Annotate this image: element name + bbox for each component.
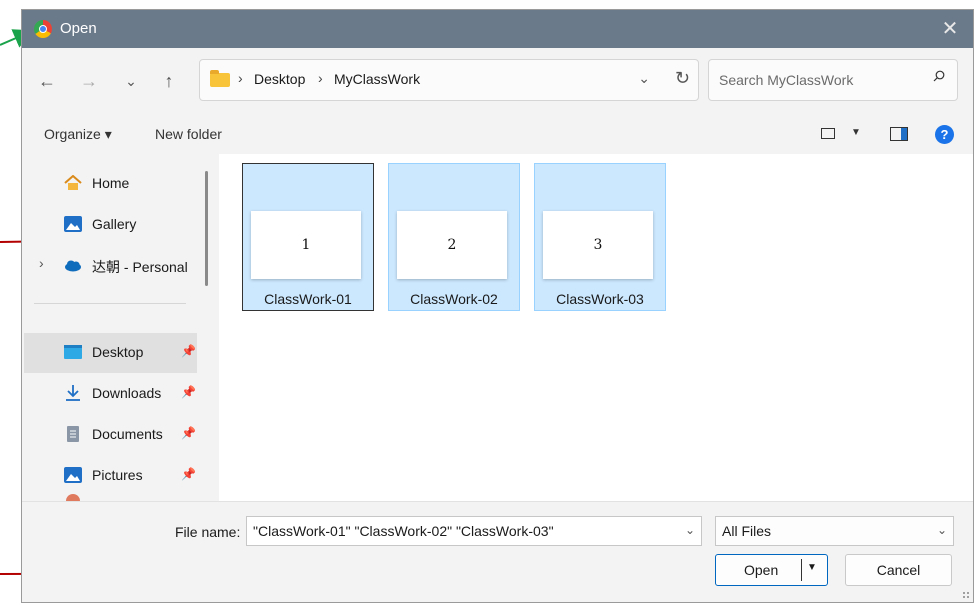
file-name-input[interactable]: "ClassWork-01" "ClassWork-02" "ClassWork… <box>246 516 702 546</box>
sidebar-item-label: Gallery <box>92 216 137 232</box>
chevron-down-icon[interactable]: ⌄ <box>685 523 695 537</box>
file-name-value: "ClassWork-01" "ClassWork-02" "ClassWork… <box>253 523 554 539</box>
sidebar-item-gallery[interactable]: Gallery <box>24 205 197 245</box>
file-thumbnail: 3 <box>543 211 653 279</box>
file-item-classwork-02[interactable]: 2 ClassWork-02 <box>388 163 520 311</box>
pin-icon: 📌 <box>181 426 196 440</box>
back-button[interactable]: ← <box>36 70 58 92</box>
organize-menu[interactable]: Organize ▾ <box>44 126 112 143</box>
search-placeholder: Search MyClassWork <box>719 72 854 88</box>
sidebar-item-desktop[interactable]: Desktop 📌 <box>24 333 197 373</box>
sidebar-item-label: Desktop <box>92 344 144 360</box>
chrome-icon <box>34 20 52 38</box>
sidebar-item-home[interactable]: Home <box>24 164 197 204</box>
pictures-icon <box>64 467 82 483</box>
music-icon <box>66 494 80 501</box>
file-name: ClassWork-02 <box>410 291 498 307</box>
file-type-select[interactable]: All Files ⌄ <box>715 516 954 546</box>
forward-button[interactable]: → <box>78 70 100 92</box>
split-divider <box>801 559 802 581</box>
new-folder-button[interactable]: New folder <box>155 126 222 142</box>
preview-pane-icon[interactable] <box>890 127 908 141</box>
sidebar-item-label: Home <box>92 175 130 191</box>
file-thumbnail: 2 <box>397 211 507 279</box>
sidebar-item-label: Documents <box>92 426 163 442</box>
file-item-classwork-01[interactable]: 1 ClassWork-01 <box>242 163 374 311</box>
close-button[interactable]: ✕ <box>927 10 973 48</box>
resize-grip-icon[interactable] <box>962 591 970 599</box>
breadcrumb-desktop[interactable]: Desktop <box>254 71 305 87</box>
address-dropdown-button[interactable]: ⌄ <box>638 70 650 87</box>
file-thumbnail: 1 <box>251 211 361 279</box>
sidebar-item-documents[interactable]: Documents 📌 <box>24 415 197 455</box>
folder-icon <box>210 70 230 87</box>
open-options-dropdown[interactable]: ▼ <box>807 562 817 573</box>
file-name: ClassWork-03 <box>556 291 644 307</box>
pin-icon: 📌 <box>181 385 196 399</box>
open-button[interactable]: Open ▼ <box>715 554 828 586</box>
onedrive-icon <box>65 260 81 272</box>
pin-icon: 📌 <box>181 467 196 481</box>
address-bar[interactable]: › Desktop › MyClassWork ⌄ ↻ <box>199 59 699 101</box>
command-bar: Organize ▾ New folder ▼ ? <box>22 114 973 155</box>
sidebar-divider <box>34 303 186 304</box>
view-mode-dropdown[interactable]: ▼ <box>851 127 861 138</box>
gallery-icon <box>64 216 82 232</box>
recent-locations-button[interactable]: ⌄ <box>120 70 142 92</box>
expand-chevron-icon[interactable]: › <box>39 255 44 271</box>
home-icon <box>64 175 82 190</box>
breadcrumb-separator: › <box>318 70 323 86</box>
open-dialog: Open ✕ ← → ⌄ ↑ › Desktop › MyClassWork ⌄… <box>21 9 974 603</box>
sidebar-item-onedrive[interactable]: › 达朝 - Personal <box>24 246 197 286</box>
file-list: 1 ClassWork-01 2 ClassWork-02 3 ClassWor… <box>219 154 973 501</box>
refresh-button[interactable]: ↻ <box>675 68 690 89</box>
open-button-label: Open <box>744 562 779 578</box>
file-item-classwork-03[interactable]: 3 ClassWork-03 <box>534 163 666 311</box>
navigation-bar: ← → ⌄ ↑ › Desktop › MyClassWork ⌄ ↻ Sear… <box>22 48 973 114</box>
chevron-down-icon: ⌄ <box>936 523 947 537</box>
dialog-footer: File name: "ClassWork-01" "ClassWork-02"… <box>22 501 973 602</box>
breadcrumb-separator: › <box>238 70 243 86</box>
cancel-button-label: Cancel <box>876 562 921 578</box>
pin-icon: 📌 <box>181 344 196 358</box>
help-icon[interactable]: ? <box>935 125 954 144</box>
title-bar: Open ✕ <box>22 10 973 48</box>
navigation-pane: Home Gallery › 达朝 - Personal Desktop 📌 D… <box>22 154 219 501</box>
sidebar-item-downloads[interactable]: Downloads 📌 <box>24 374 197 414</box>
sidebar-item-label: 达朝 - Personal <box>92 259 188 275</box>
sidebar-item-label: Downloads <box>92 385 162 401</box>
file-name: ClassWork-01 <box>264 291 352 307</box>
sidebar-item-pictures[interactable]: Pictures 📌 <box>24 456 197 496</box>
desktop-icon <box>64 345 82 359</box>
search-icon <box>933 70 945 82</box>
up-button[interactable]: ↑ <box>158 70 180 92</box>
view-mode-icon[interactable] <box>821 128 835 139</box>
sidebar-item-label: Pictures <box>92 467 143 483</box>
download-icon <box>66 385 80 401</box>
file-name-label: File name: <box>175 524 241 540</box>
dialog-title: Open <box>60 20 97 37</box>
search-box[interactable]: Search MyClassWork <box>708 59 958 101</box>
file-type-value: All Files <box>722 523 772 539</box>
cancel-button[interactable]: Cancel <box>845 554 952 586</box>
breadcrumb-myclasswork[interactable]: MyClassWork <box>334 71 420 87</box>
document-icon <box>67 426 79 442</box>
sidebar-scrollbar[interactable] <box>205 171 208 286</box>
